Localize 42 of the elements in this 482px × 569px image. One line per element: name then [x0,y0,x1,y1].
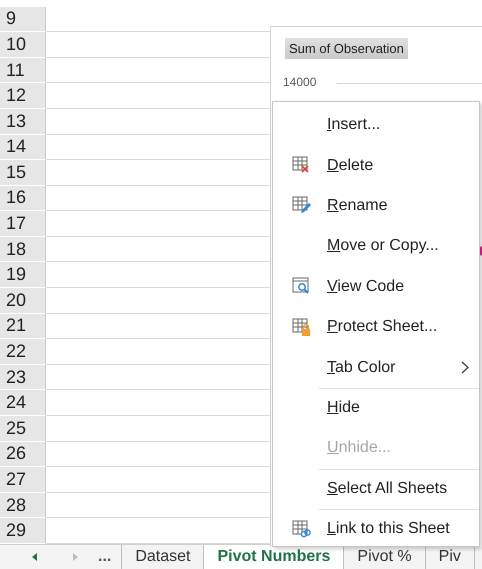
menu-item[interactable]: Rename [273,186,479,226]
table-pencil-icon [292,196,310,216]
menu-item[interactable]: Protect Sheet... [273,306,479,348]
sheet-tab[interactable]: Piv [426,545,475,569]
menu-item[interactable]: Delete [273,145,479,186]
table-x-icon [292,156,310,176]
row-header[interactable]: 14 [0,134,46,160]
row-header[interactable]: 10 [0,32,46,58]
menu-item[interactable]: Hide [273,388,479,428]
row-header[interactable]: 16 [0,186,46,212]
row-header[interactable]: 17 [0,211,46,237]
row-header[interactable]: 19 [0,262,46,288]
row-header[interactable]: 20 [0,288,46,314]
row-header[interactable]: 23 [0,364,46,390]
window-magnifier-icon [292,277,310,296]
row-header[interactable]: 28 [0,492,46,518]
row-header[interactable]: 12 [0,83,46,109]
axis-label: 14000 [283,75,316,89]
menu-item[interactable]: Insert... [273,105,479,146]
sheet-tab[interactable]: Pivot Numbers [204,545,344,569]
more-tabs[interactable]: ... [98,548,122,566]
menu-item[interactable]: Tab Color [273,347,479,388]
chevron-right-icon [461,361,469,374]
menu-item[interactable]: Move or Copy... [273,226,479,267]
sheet-tab[interactable]: Pivot % [344,545,426,569]
row-header[interactable]: 11 [0,58,46,84]
row-header[interactable]: 29 [0,518,46,544]
row-header[interactable]: 27 [0,467,46,493]
menu-item[interactable]: Select All Sheets [273,468,479,509]
table-link-icon [292,520,310,539]
row-header[interactable]: 21 [0,314,46,340]
row-header[interactable]: 9 [0,6,46,32]
row-header[interactable]: 18 [0,236,46,262]
row-header[interactable]: 25 [0,416,46,442]
menu-item[interactable]: View Code [273,266,479,307]
row-header[interactable]: 22 [0,339,46,365]
table-lock-icon [292,318,310,337]
field-button[interactable]: Sum of Observation [285,38,408,59]
row-header[interactable]: 24 [0,390,46,416]
row-header[interactable]: 15 [0,160,46,186]
row-header[interactable]: 26 [0,442,46,468]
row-header[interactable]: 13 [0,108,46,134]
